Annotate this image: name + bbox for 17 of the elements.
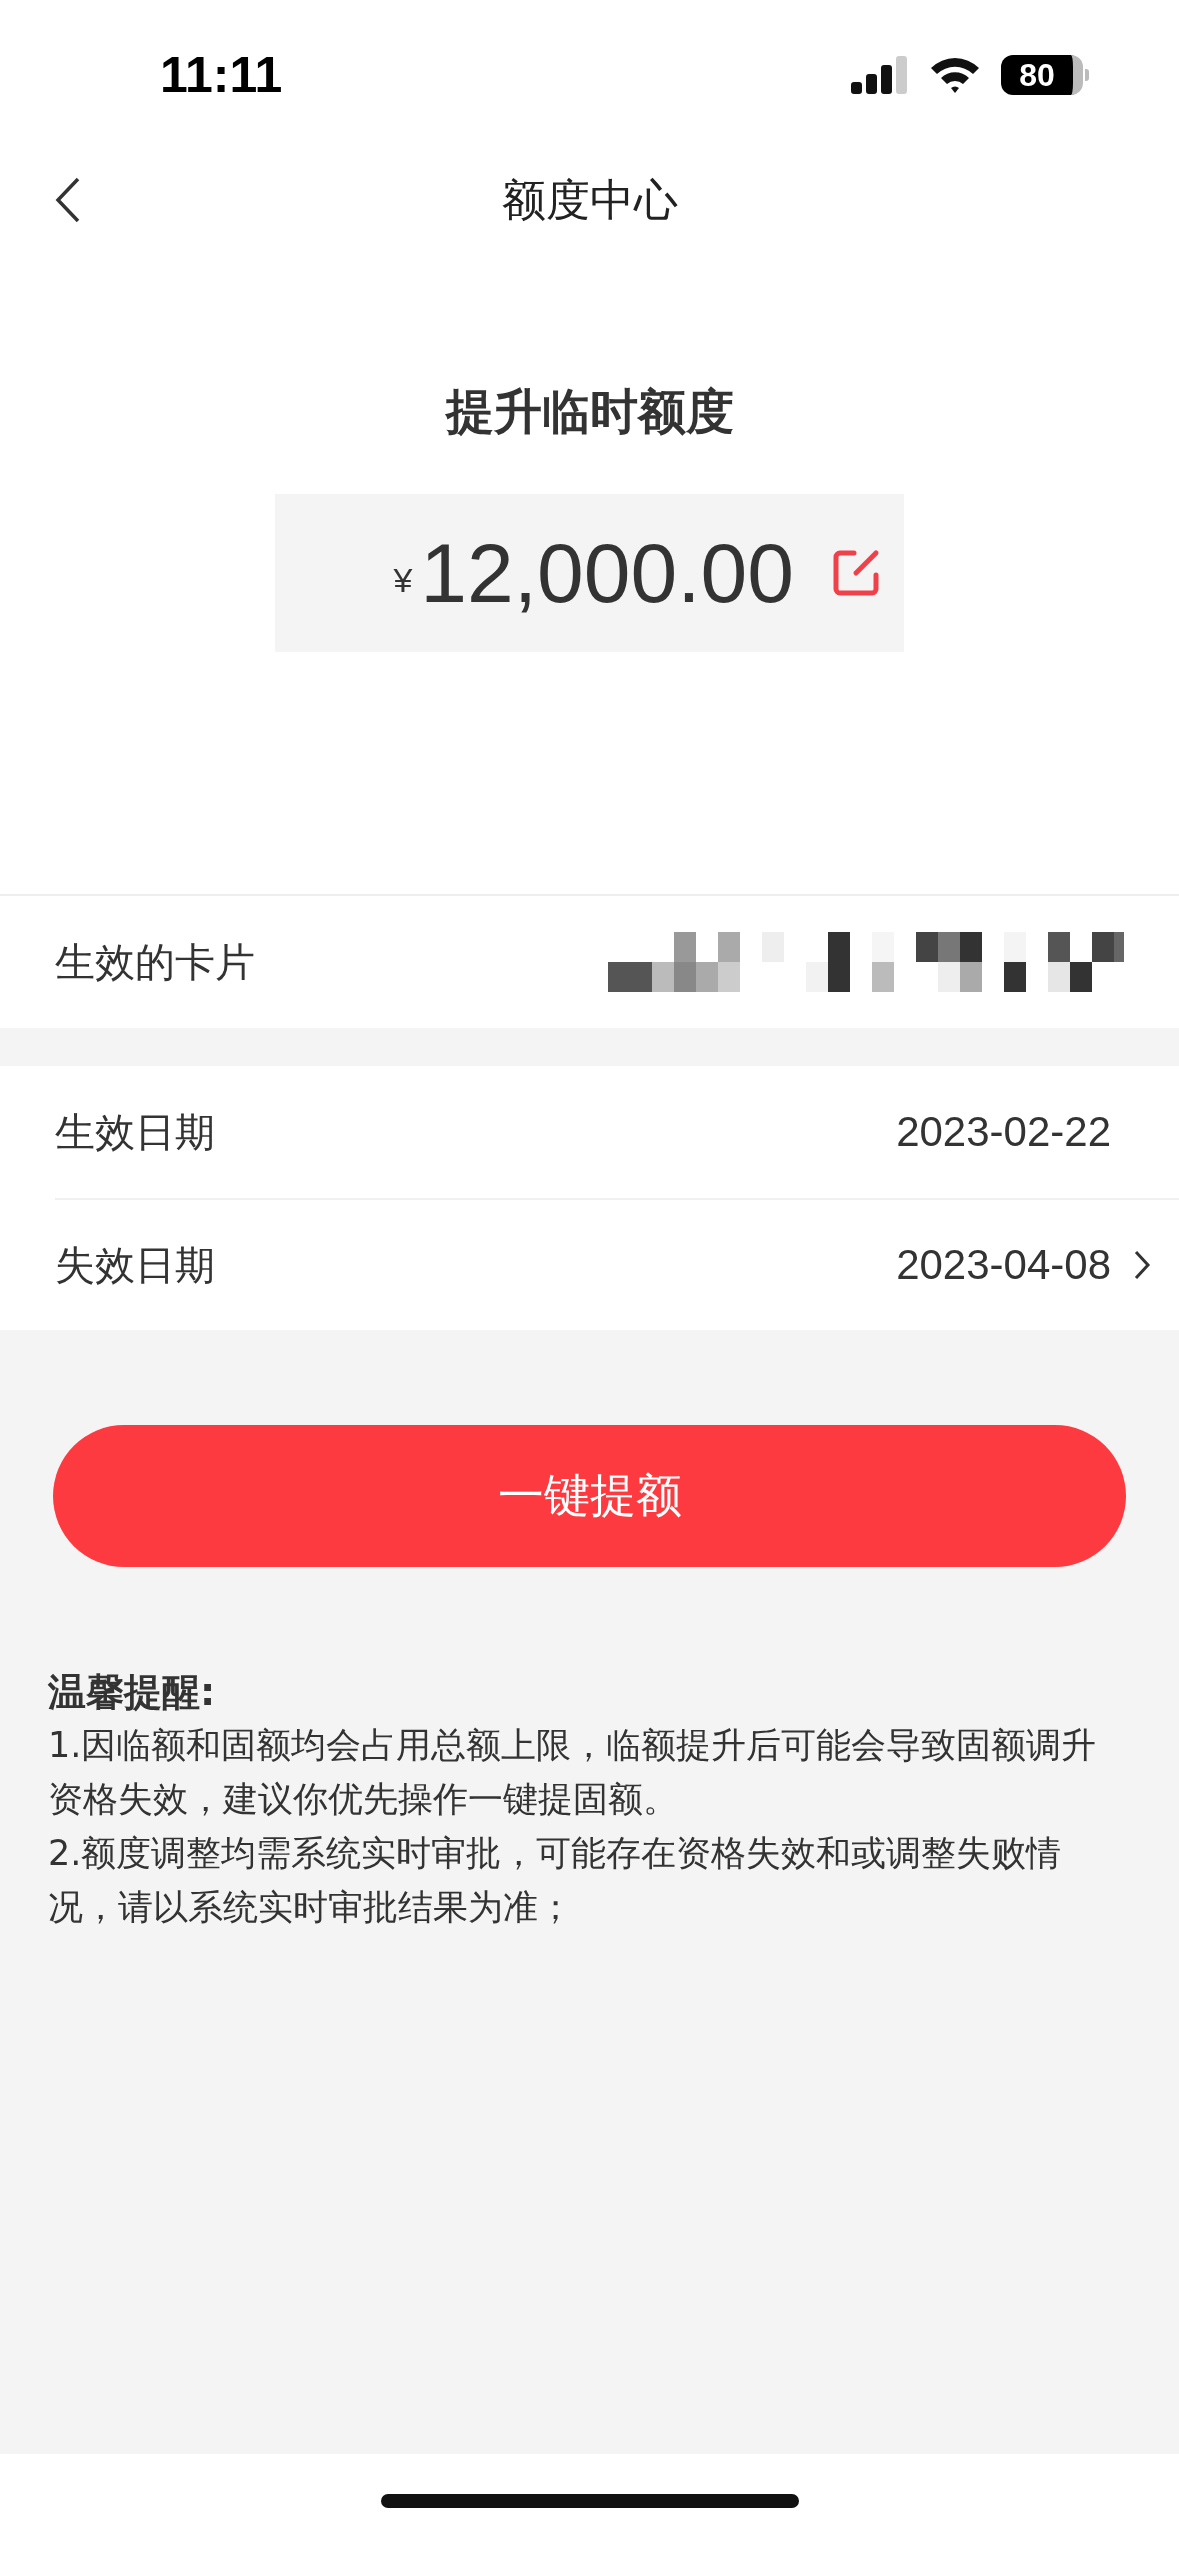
notice-text: 1.因临额和固额均会占用总额上限，临额提升后可能会导致固额调升资格失效，建议你优先操作一键提固额。 — [48, 1724, 1098, 1821]
raise-limit-button[interactable]: 一键提额 — [53, 1425, 1126, 1567]
notice-title: 温馨提醒: — [48, 1669, 217, 1716]
row-label: 失效日期 — [55, 1240, 216, 1290]
row-label: 生效的卡片 — [55, 937, 255, 987]
notice-text: 2.额度调整均需系统实时审批，可能存在资格失效和或调整失败情况，请以系统实时审批结果为准； — [48, 1832, 1063, 1929]
chevron-right-icon — [1133, 1249, 1151, 1281]
wifi-icon — [929, 56, 981, 94]
row-label: 生效日期 — [55, 1107, 216, 1157]
signal-icon — [851, 56, 909, 94]
page-title: 额度中心 — [501, 172, 678, 227]
date-value: 2023-02-22 — [896, 1108, 1111, 1156]
section-heading: 提升临时额度 — [445, 382, 734, 441]
status-time: 11:11 — [160, 46, 283, 104]
date-value: 2023-04-08 — [896, 1241, 1111, 1289]
amount-field[interactable]: ¥12,000.00 — [275, 494, 904, 652]
edit-icon[interactable] — [832, 549, 880, 597]
